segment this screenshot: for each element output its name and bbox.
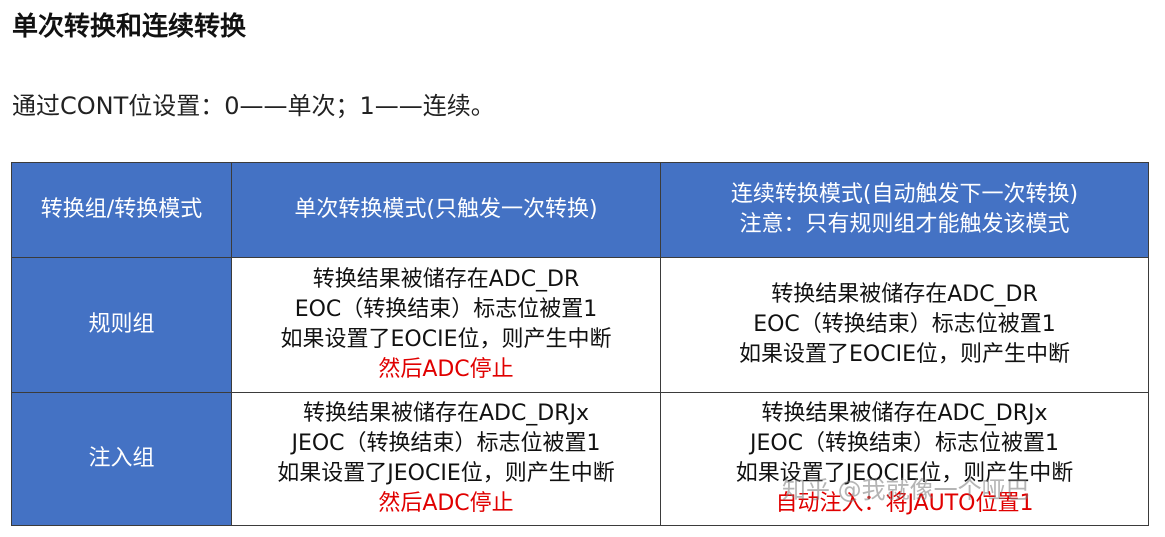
header-group-mode: 转换组/转换模式 (11, 162, 232, 258)
cell-line: JEOC（转换结束）标志位被置1 (749, 431, 1060, 456)
cell-highlight-line: 然后ADC停止 (378, 491, 514, 516)
cell-injected-single: 转换结果被储存在ADC_DRJx JEOC（转换结束）标志位被置1 如果设置了J… (231, 392, 661, 526)
page-heading: 单次转换和连续转换 (12, 12, 247, 42)
cell-injected-continuous: 转换结果被储存在ADC_DRJx JEOC（转换结束）标志位被置1 如果设置了J… (660, 392, 1149, 526)
cell-line: EOC（转换结束）标志位被置1 (753, 312, 1056, 337)
cell-regular-single: 转换结果被储存在ADC_DR EOC（转换结束）标志位被置1 如果设置了EOCI… (231, 257, 661, 393)
conversion-mode-table: 转换组/转换模式 单次转换模式(只触发一次转换) 连续转换模式(自动触发下一次转… (11, 162, 1149, 526)
cell-line: 如果设置了EOCIE位，则产生中断 (280, 327, 612, 352)
cell-line: 如果设置了JEOCIE位，则产生中断 (735, 461, 1074, 486)
cell-line: 转换结果被储存在ADC_DRJx (761, 401, 1048, 426)
header-line: 连续转换模式(自动触发下一次转换) (730, 182, 1079, 207)
cell-line: 转换结果被储存在ADC_DR (312, 267, 580, 292)
row-label-regular: 规则组 (11, 257, 232, 393)
cell-line: 转换结果被储存在ADC_DRJx (302, 401, 590, 426)
cell-line: EOC（转换结束）标志位被置1 (294, 297, 598, 322)
header-note: 注意：只有规则组才能触发该模式 (739, 212, 1070, 237)
cell-line: JEOC（转换结束）标志位被置1 (291, 431, 601, 456)
table-header-row: 转换组/转换模式 单次转换模式(只触发一次转换) 连续转换模式(自动触发下一次转… (11, 162, 1149, 258)
cell-highlight-line: 然后ADC停止 (378, 357, 514, 382)
row-label-injected: 注入组 (11, 392, 232, 526)
header-single-mode: 单次转换模式(只触发一次转换) (231, 162, 661, 258)
intro-text: 通过CONT位设置：0——单次；1——连续。 (12, 92, 495, 120)
header-line: 转换组/转换模式 (40, 197, 203, 222)
cell-line: 转换结果被储存在ADC_DR (771, 282, 1038, 307)
cell-regular-continuous: 转换结果被储存在ADC_DR EOC（转换结束）标志位被置1 如果设置了EOCI… (660, 257, 1149, 393)
table-row-regular-group: 规则组 转换结果被储存在ADC_DR EOC（转换结束）标志位被置1 如果设置了… (11, 257, 1149, 393)
cell-line: 如果设置了EOCIE位，则产生中断 (739, 342, 1070, 367)
header-continuous-mode: 连续转换模式(自动触发下一次转换) 注意：只有规则组才能触发该模式 (660, 162, 1149, 258)
row-label-text: 注入组 (88, 446, 155, 471)
cell-line: 如果设置了JEOCIE位，则产生中断 (277, 461, 615, 486)
cell-highlight-line: 自动注入：将JAUTO位置1 (775, 491, 1034, 516)
header-line: 单次转换模式(只触发一次转换) (294, 197, 598, 222)
table-row-injected-group: 注入组 转换结果被储存在ADC_DRJx JEOC（转换结束）标志位被置1 如果… (11, 392, 1149, 526)
row-label-text: 规则组 (88, 312, 155, 337)
